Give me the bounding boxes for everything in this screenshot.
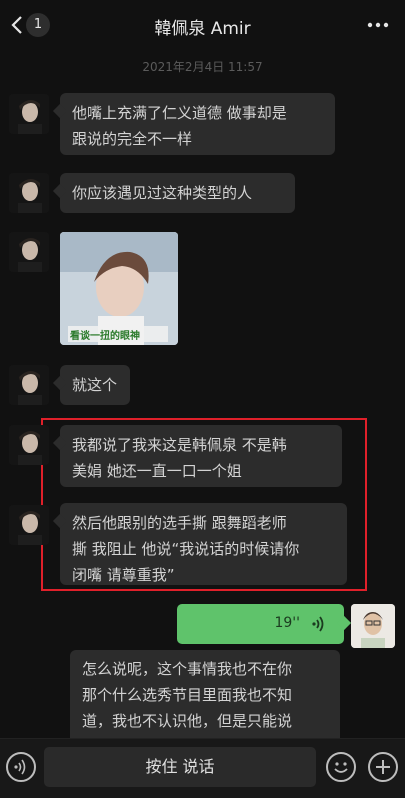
message-bubble[interactable]: 我都说了我来这是韩佩泉 不是韩 美娟 她还一直一口一个姐: [60, 425, 342, 487]
contact-avatar[interactable]: [9, 505, 49, 545]
message-text: 那个什么选秀节目里面我也不知: [82, 686, 293, 704]
plus-icon: [376, 760, 390, 774]
message-text: 跟说的完全不一样: [72, 130, 193, 148]
contact-avatar[interactable]: [9, 425, 49, 465]
message-timestamp: 2021年2月4日 11:57: [142, 60, 263, 74]
more-options-icon[interactable]: [367, 16, 389, 34]
message-text: 美娟 她还一直一口一个姐: [72, 462, 242, 480]
voice-toggle-button[interactable]: [6, 752, 36, 782]
message-bubble[interactable]: 怎么说呢，这个事情我也不在你 那个什么选秀节目里面我也不知 道，我也不认识他，但…: [70, 650, 340, 750]
hold-to-talk-button[interactable]: 按住 说话: [44, 747, 316, 787]
emoji-button[interactable]: [326, 752, 356, 782]
voice-icon: [14, 759, 26, 775]
chat-title: 韓佩泉 Amir: [154, 19, 251, 39]
message-bubble[interactable]: 你应该遇见过这种类型的人: [60, 173, 295, 213]
contact-avatar[interactable]: [9, 173, 49, 213]
contact-avatar[interactable]: [9, 365, 49, 405]
voice-wave-icon: [312, 616, 324, 632]
message-text: 我都说了我来这是韩佩泉 不是韩: [72, 436, 287, 454]
image-caption: 看谈一扭的眼神: [70, 331, 140, 342]
message-text: 撕 我阻止 他说“我说话的时候请你: [72, 540, 300, 558]
message-bubble[interactable]: 他嘴上充满了仁义道德 做事却是 跟说的完全不一样: [60, 93, 335, 155]
my-avatar[interactable]: [351, 604, 395, 648]
message-bubble[interactable]: 就这个: [60, 365, 130, 405]
message-text: 你应该遇见过这种类型的人: [72, 184, 253, 202]
image-message[interactable]: 看谈一扭的眼神: [60, 232, 178, 345]
contact-avatar[interactable]: [9, 232, 49, 272]
input-bar: 按住 说话: [0, 738, 405, 798]
voice-duration: 19'': [274, 615, 300, 631]
message-text: 怎么说呢，这个事情我也不在你: [82, 660, 293, 678]
message-text: 他嘴上充满了仁义道德 做事却是: [72, 104, 287, 122]
message-bubble[interactable]: 然后他跟别的选手撕 跟舞蹈老师 撕 我阻止 他说“我说话的时候请你 闭嘴 请尊重…: [60, 503, 347, 585]
message-text: 就这个: [72, 376, 118, 394]
message-text: 闭嘴 请尊重我”: [72, 566, 175, 584]
contact-avatar[interactable]: [9, 94, 49, 134]
emoji-icon: [334, 762, 348, 773]
voice-message-bubble[interactable]: 19'': [177, 604, 344, 644]
plus-button[interactable]: [368, 752, 398, 782]
message-text: 道，我也不认识他，但是只能说: [82, 712, 293, 730]
chat-header: 1 韓佩泉 Amir: [0, 0, 405, 50]
message-text: 然后他跟别的选手撕 跟舞蹈老师: [72, 514, 287, 532]
